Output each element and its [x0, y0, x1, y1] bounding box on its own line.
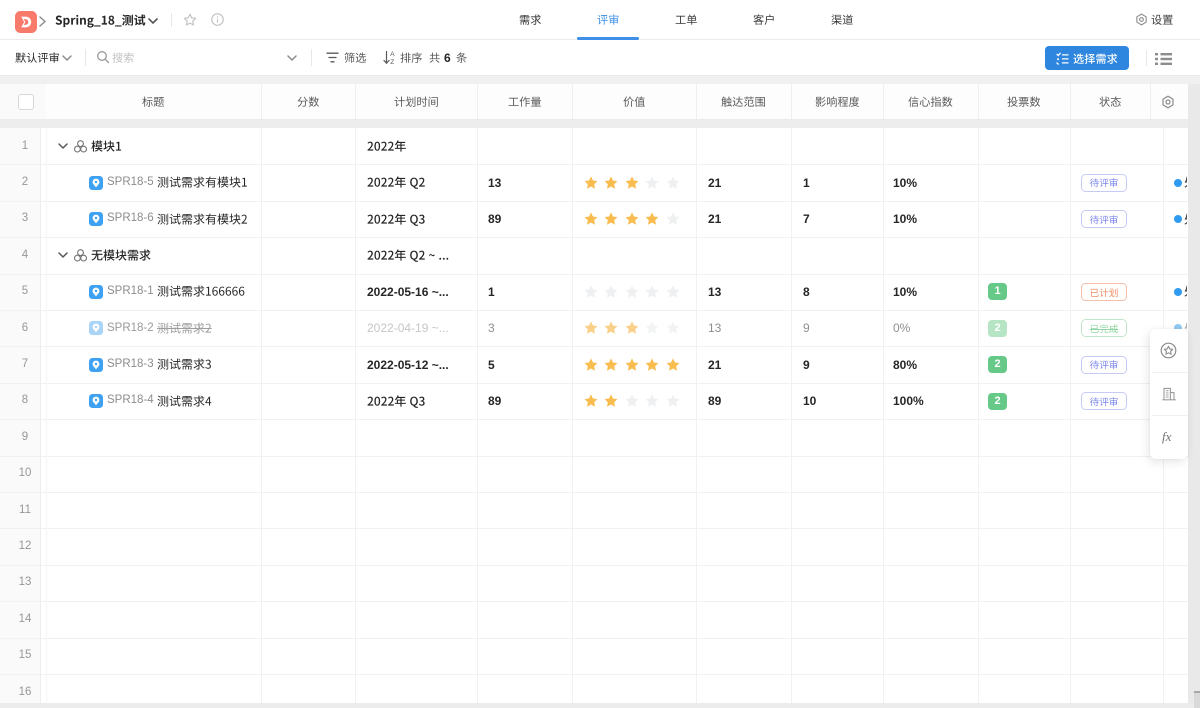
svg-text:A: A	[390, 51, 395, 58]
svg-text:Z: Z	[390, 59, 394, 65]
